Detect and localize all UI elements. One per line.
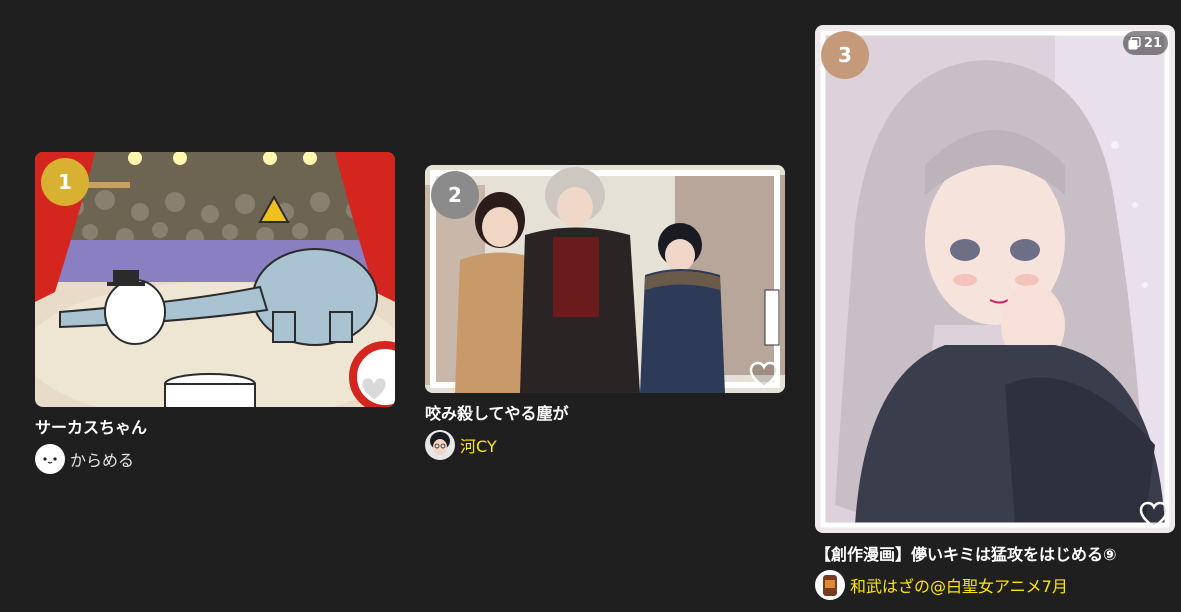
rank-badge: 3: [821, 31, 869, 79]
author-name: 和武はざの@白聖女アニメ7月: [850, 577, 1068, 596]
card-title[interactable]: 【創作漫画】儚いキミは猛攻をはじめる⑨: [815, 541, 1117, 565]
thumbnail-2[interactable]: 2: [425, 165, 785, 393]
three-characters-illustration: [425, 165, 785, 393]
author-name: からめる: [70, 451, 135, 470]
author-link[interactable]: からめる: [35, 444, 134, 474]
page-count-badge: 21: [1122, 31, 1168, 55]
author-link[interactable]: 和武はざの@白聖女アニメ7月: [815, 570, 1068, 600]
card-title[interactable]: 咬み殺してやる塵が: [425, 400, 569, 424]
author-name: 河CY: [460, 437, 497, 456]
page-count: 21: [1143, 35, 1162, 51]
rank-badge: 1: [41, 158, 89, 206]
avatar: [815, 570, 845, 600]
thumbnail-3[interactable]: 3 21: [815, 25, 1175, 533]
avatar: [425, 430, 455, 460]
multi-page-icon: [1128, 36, 1141, 49]
avatar: [35, 444, 65, 474]
card-title[interactable]: サーカスちゃん: [35, 414, 147, 438]
thumbnail-1[interactable]: 1: [35, 152, 395, 407]
heart-outline-icon[interactable]: [749, 361, 779, 389]
heart-outline-icon[interactable]: [1139, 501, 1169, 529]
author-link[interactable]: 河CY: [425, 430, 497, 460]
rank-badge: 2: [431, 171, 479, 219]
heart-outline-icon[interactable]: [359, 375, 389, 403]
girl-illustration: [815, 25, 1175, 533]
circus-illustration: [35, 152, 395, 407]
